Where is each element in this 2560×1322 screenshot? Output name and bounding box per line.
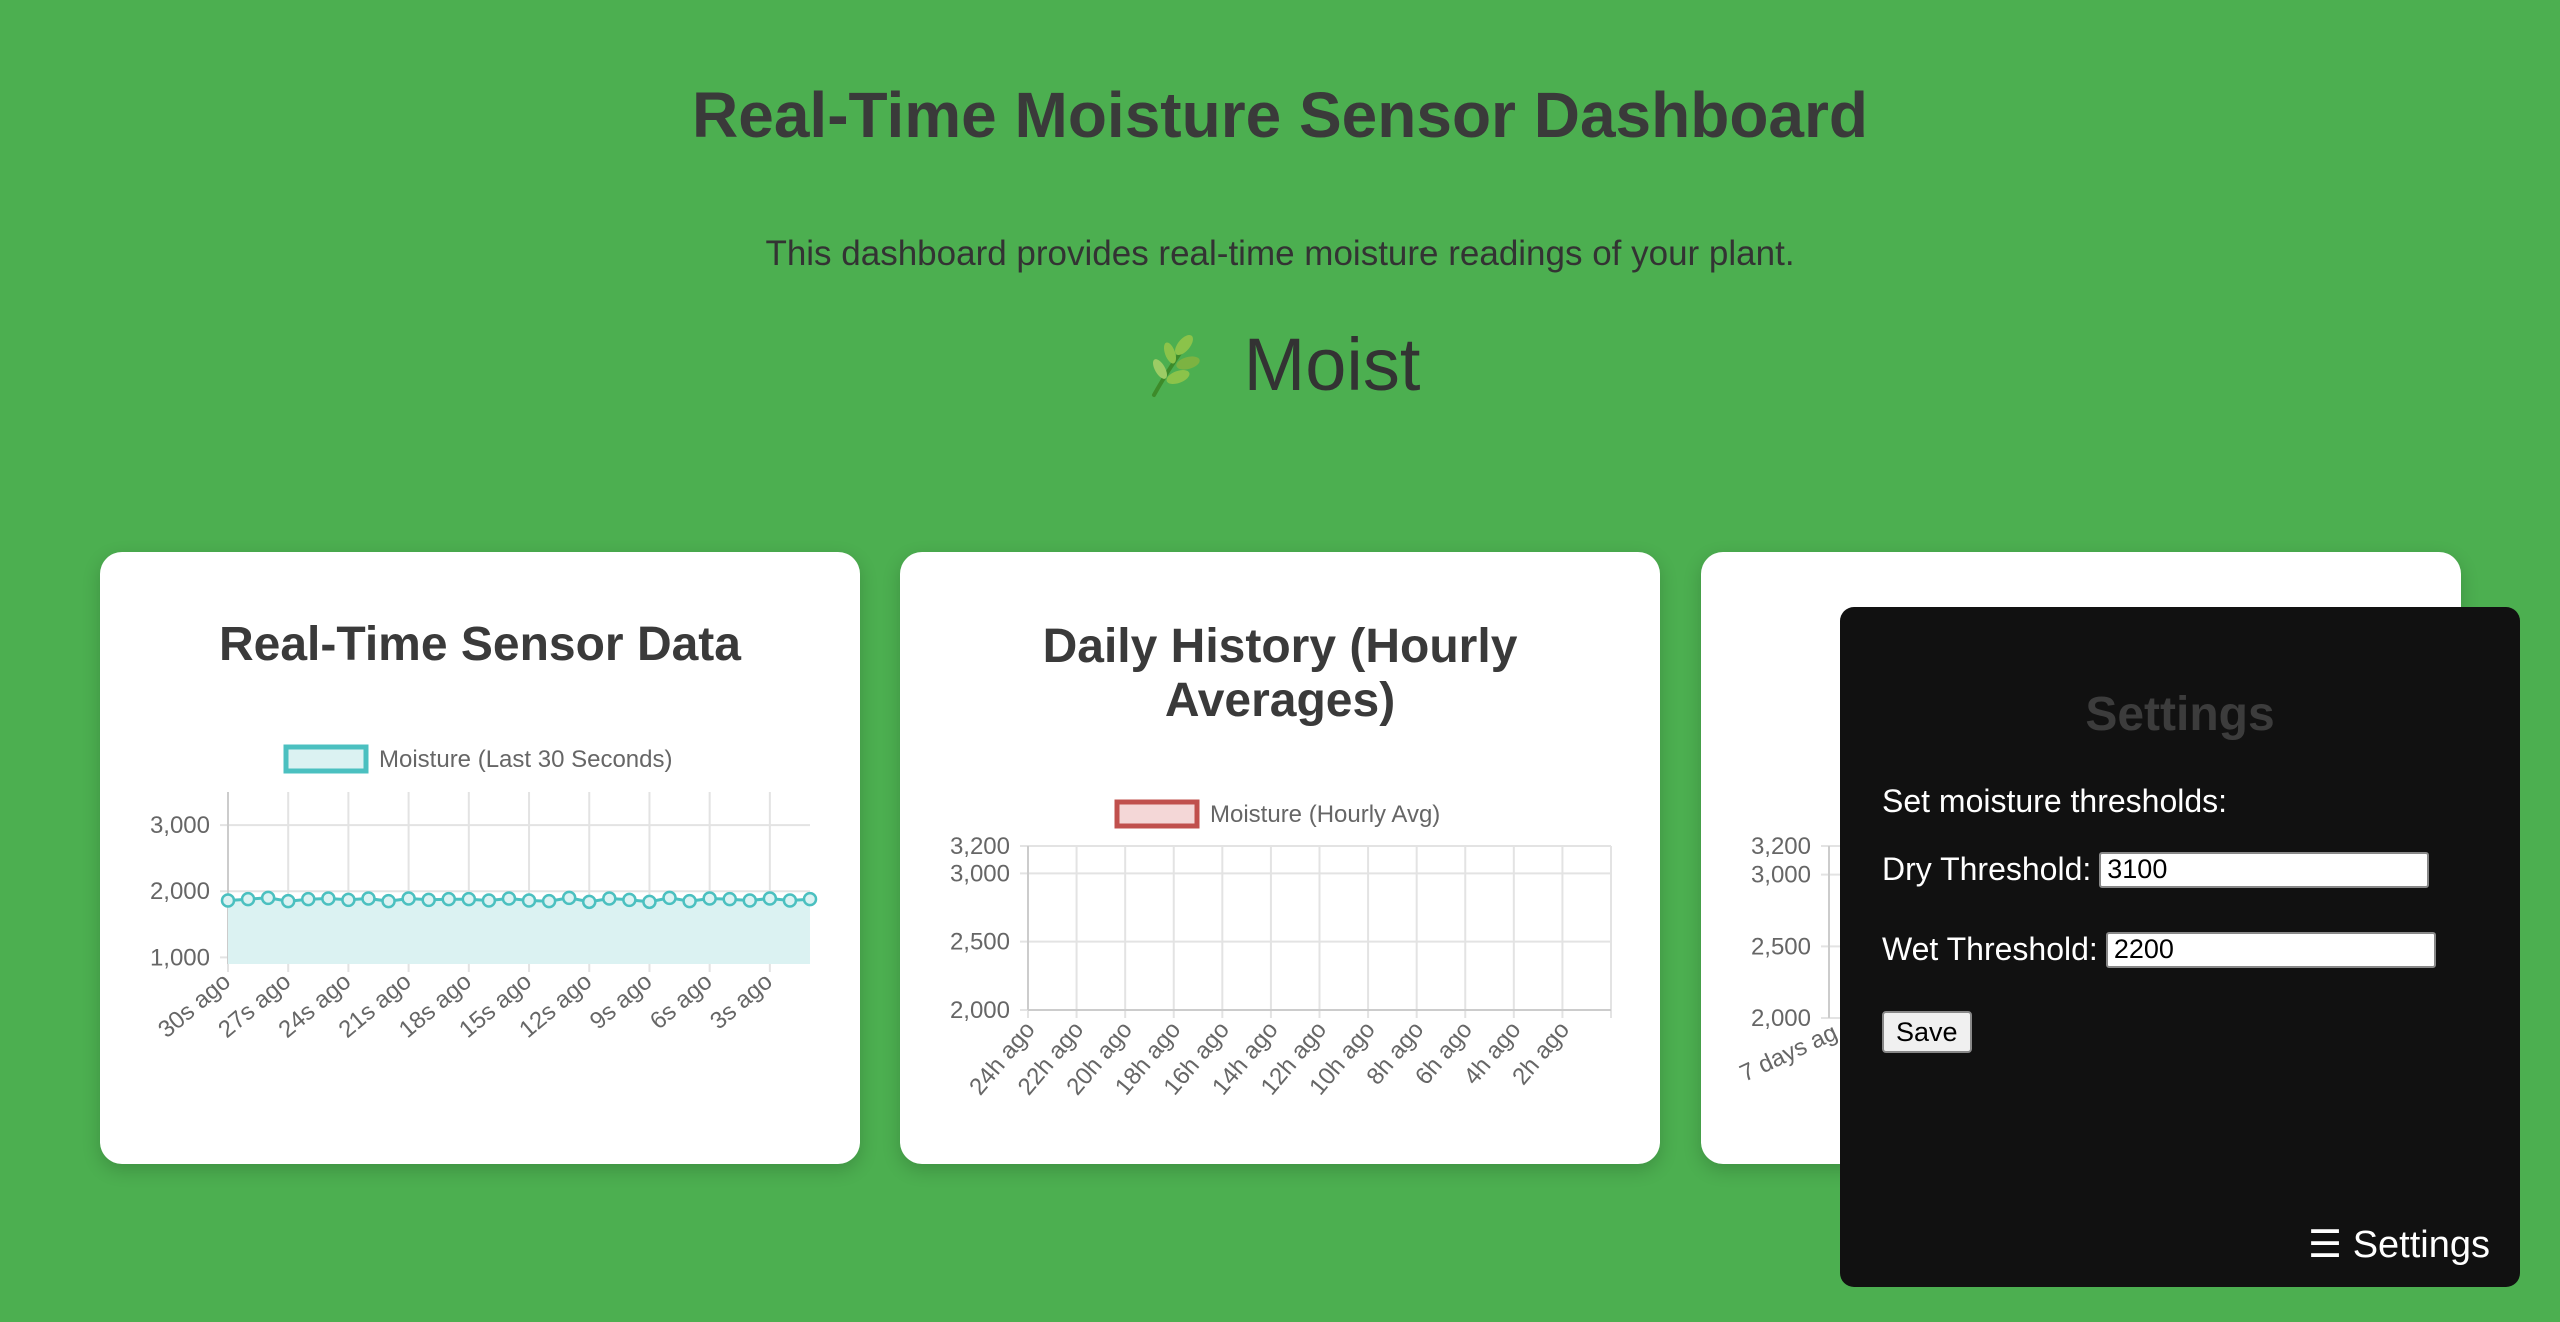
series-area xyxy=(228,897,810,964)
hourly-legend-swatch xyxy=(1114,799,1200,829)
page-subtitle: This dashboard provides real-time moistu… xyxy=(765,234,1795,273)
realtime-legend-label: Moisture (Last 30 Seconds) xyxy=(379,746,672,773)
x-tick-label: 6s ago xyxy=(645,968,718,1035)
data-point xyxy=(341,892,356,908)
y-tick-label: 2,500 xyxy=(1751,933,1811,960)
settings-prompt: Set moisture thresholds: xyxy=(1882,783,2228,819)
y-tick-label: 3,000 xyxy=(1751,862,1811,889)
data-point xyxy=(240,891,256,907)
y-tick-label: 2,500 xyxy=(950,929,1010,956)
data-point xyxy=(742,893,758,908)
dry-threshold-input[interactable] xyxy=(2099,851,2430,888)
data-point xyxy=(461,891,477,907)
data-point xyxy=(762,891,778,906)
page-title: Real-Time Moisture Sensor Dashboard xyxy=(692,79,1868,151)
dry-threshold-row: Dry Threshold: xyxy=(1882,851,2430,888)
daily-history-card: Daily History (Hourly Averages) Moisture… xyxy=(900,552,1660,1164)
wet-threshold-input[interactable] xyxy=(2105,931,2436,968)
y-tick-label: 2,000 xyxy=(150,878,210,905)
data-point xyxy=(622,892,637,908)
data-point xyxy=(642,894,657,910)
x-tick-label: 9s ago xyxy=(585,968,658,1035)
data-point xyxy=(581,894,597,910)
data-point xyxy=(260,890,276,906)
x-tick-label: 3s ago xyxy=(705,968,778,1035)
save-button[interactable]: Save xyxy=(1882,1011,1972,1053)
settings-toggle-button[interactable]: ☰ Settings xyxy=(2308,1222,2490,1267)
data-point xyxy=(381,893,396,909)
dry-threshold-label: Dry Threshold: xyxy=(1882,851,2092,887)
data-point xyxy=(802,891,818,907)
menu-icon: ☰ xyxy=(2308,1224,2343,1266)
data-point xyxy=(722,891,737,907)
daily-history-title-line1: Daily History (Hourly xyxy=(1043,620,1518,673)
y-tick-label: 3,000 xyxy=(150,812,210,839)
data-point xyxy=(662,890,677,906)
settings-panel: Settings Set moisture thresholds: Dry Th… xyxy=(1840,607,2520,1287)
data-point xyxy=(501,891,517,906)
data-point xyxy=(541,893,557,909)
data-point xyxy=(782,893,798,908)
data-point xyxy=(682,893,697,909)
data-point xyxy=(702,891,717,906)
daily-history-title-line2: Averages) xyxy=(1165,674,1395,727)
y-tick-label: 2,000 xyxy=(1751,1005,1811,1032)
data-point xyxy=(481,893,497,908)
data-point xyxy=(421,892,436,908)
data-point xyxy=(361,891,376,906)
data-point xyxy=(280,893,296,909)
moisture-status: Moist xyxy=(0,322,2560,407)
data-point xyxy=(401,891,416,906)
data-point xyxy=(561,890,577,906)
hourly-legend-label: Moisture (Hourly Avg) xyxy=(1210,801,1440,828)
y-tick-label: 2,000 xyxy=(950,997,1010,1024)
settings-toggle-label: Settings xyxy=(2352,1224,2490,1266)
y-tick-label: 3,200 xyxy=(950,833,1010,860)
realtime-chart-card: Real-Time Sensor Data Moisture (Last 30 … xyxy=(100,552,860,1164)
y-tick-label: 3,000 xyxy=(950,860,1010,887)
y-tick-label: 1,000 xyxy=(150,944,210,971)
wet-threshold-label: Wet Threshold: xyxy=(1882,931,2098,967)
data-point xyxy=(602,891,617,906)
wet-threshold-row: Wet Threshold: xyxy=(1882,931,2436,968)
daily-history-chart: Daily History (Hourly Averages) Moisture… xyxy=(950,620,1612,1100)
data-point xyxy=(441,891,457,907)
realtime-chart-title: Real-Time Sensor Data xyxy=(219,618,741,671)
data-point xyxy=(220,893,236,908)
y-tick-label: 3,200 xyxy=(1751,833,1811,860)
herb-icon xyxy=(1151,334,1200,397)
data-point xyxy=(301,891,316,907)
realtime-legend-swatch xyxy=(283,744,369,774)
status-text: Moist xyxy=(1243,323,1421,406)
data-point xyxy=(321,891,336,906)
settings-title: Settings xyxy=(2085,688,2275,741)
realtime-chart: Real-Time Sensor Data Moisture (Last 30 … xyxy=(150,618,818,1043)
data-point xyxy=(521,893,537,908)
